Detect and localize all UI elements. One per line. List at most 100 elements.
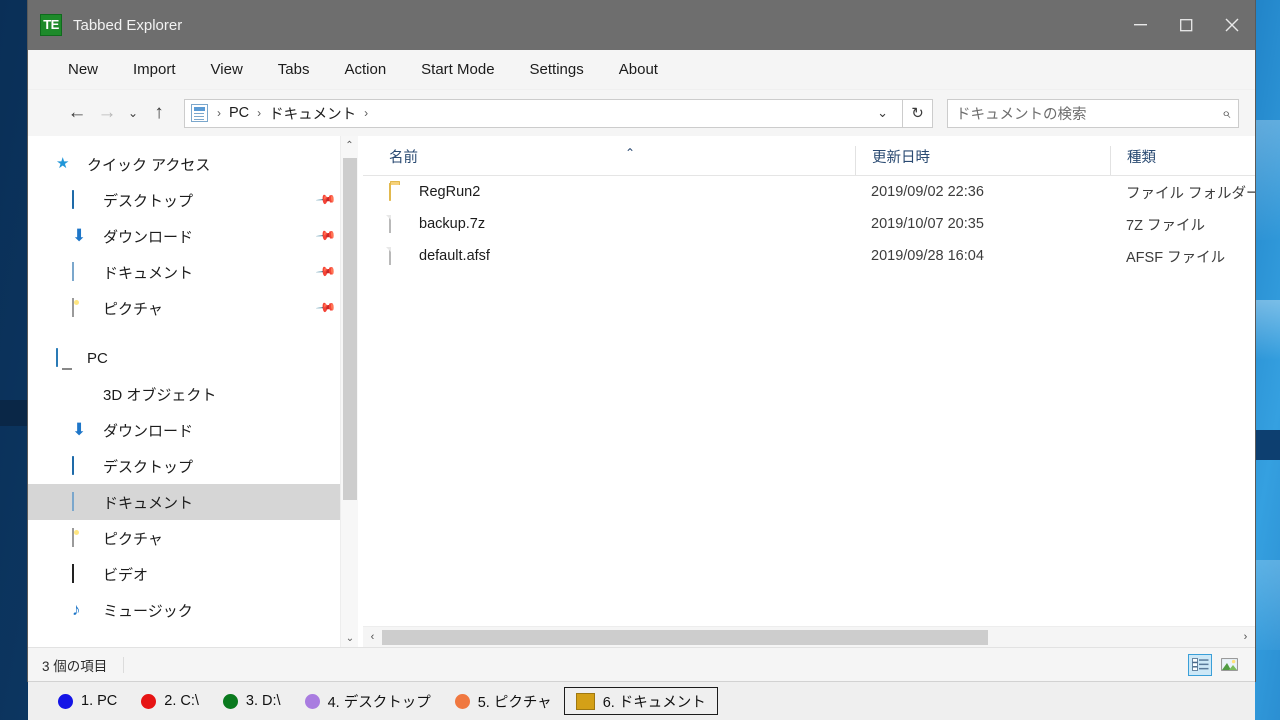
menu-settings[interactable]: Settings bbox=[528, 58, 586, 81]
large-icons-view-button[interactable] bbox=[1217, 654, 1241, 676]
tab-color-swatch bbox=[575, 692, 595, 710]
scroll-right-icon[interactable]: › bbox=[1236, 627, 1255, 648]
search-box[interactable]: ドキュメントの検索 ⌕ bbox=[947, 98, 1239, 128]
sort-ascending-icon: ⌃ bbox=[625, 146, 636, 160]
tab-desktop[interactable]: 4. デスクトップ bbox=[293, 687, 443, 715]
tab-color-dot bbox=[58, 693, 73, 709]
refresh-button[interactable]: ↻ bbox=[903, 98, 933, 128]
tab-label: 1. PC bbox=[81, 693, 118, 709]
table-row[interactable]: backup.7z 2019/10/07 20:35 7Z ファイル bbox=[363, 208, 1255, 240]
menu-action[interactable]: Action bbox=[342, 58, 388, 81]
breadcrumb-dropdown-icon[interactable]: ⌄ bbox=[869, 105, 896, 121]
sidebar-item-downloads[interactable]: ⬇ ダウンロード bbox=[28, 412, 358, 448]
menu-start-mode[interactable]: Start Mode bbox=[419, 58, 496, 81]
sidebar-item-pictures-quick[interactable]: ピクチャ 📌 bbox=[28, 290, 358, 326]
tab-d-drive[interactable]: 3. D:\ bbox=[211, 687, 293, 715]
folder-icon bbox=[389, 183, 406, 201]
sidebar-item-label: ピクチャ bbox=[103, 300, 163, 318]
scrollbar-thumb[interactable] bbox=[382, 629, 989, 645]
file-name: backup.7z bbox=[419, 216, 486, 232]
recent-locations-button[interactable]: ⌄ bbox=[122, 98, 144, 128]
scroll-up-icon[interactable]: ⌃ bbox=[341, 136, 358, 154]
sidebar-item-label: ダウンロード bbox=[103, 228, 194, 246]
star-icon: ★ bbox=[56, 155, 70, 172]
menu-tabs[interactable]: Tabs bbox=[276, 58, 312, 81]
tab-strip: 1. PC 2. C:\ 3. D:\ 4. デスクトップ 5. ピクチャ 6.… bbox=[28, 681, 1255, 720]
search-icon: ⌕ bbox=[1221, 104, 1230, 122]
tab-color-dot bbox=[304, 693, 320, 709]
scrollbar-track[interactable] bbox=[382, 627, 1236, 648]
download-icon: ⬇ bbox=[72, 420, 87, 439]
menu-import[interactable]: Import bbox=[131, 58, 178, 81]
close-button[interactable] bbox=[1209, 0, 1255, 50]
tab-pc[interactable]: 1. PC bbox=[46, 687, 129, 715]
sidebar-item-pictures[interactable]: ピクチャ bbox=[28, 520, 358, 556]
sidebar-item-documents-quick[interactable]: ドキュメント 📌 bbox=[28, 254, 358, 290]
pictures-icon bbox=[72, 298, 93, 317]
tab-documents[interactable]: 6. ドキュメント bbox=[563, 687, 718, 715]
music-icon: ♪ bbox=[72, 600, 81, 619]
sidebar-item-documents[interactable]: ドキュメント bbox=[28, 484, 358, 520]
documents-icon bbox=[72, 262, 93, 281]
details-view-button[interactable] bbox=[1188, 653, 1212, 676]
column-header-modified[interactable]: 更新日時 bbox=[855, 146, 1110, 176]
tab-label: 3. D:\ bbox=[245, 693, 281, 709]
3d-objects-icon bbox=[72, 385, 93, 403]
sidebar-item-pc[interactable]: PC bbox=[28, 340, 358, 376]
horizontal-scrollbar[interactable]: ‹ › bbox=[363, 626, 1255, 647]
scroll-down-icon[interactable]: ⌄ bbox=[341, 629, 358, 647]
sidebar-item-3d-objects[interactable]: 3D オブジェクト bbox=[28, 376, 358, 412]
sidebar-item-label: デスクトップ bbox=[103, 192, 194, 210]
breadcrumb-item-pc[interactable]: PC bbox=[224, 103, 254, 123]
up-button[interactable]: ↑ bbox=[144, 98, 174, 128]
documents-icon bbox=[191, 104, 208, 122]
column-header-type[interactable]: 種類 bbox=[1110, 146, 1255, 176]
file-type: 7Z ファイル bbox=[1126, 217, 1205, 234]
sidebar-item-desktop-quick[interactable]: デスクトップ 📌 bbox=[28, 182, 358, 218]
file-icon bbox=[389, 247, 406, 265]
minimize-button[interactable] bbox=[1117, 0, 1163, 50]
item-count: 3 個の項目 bbox=[42, 658, 108, 674]
desktop-icon bbox=[72, 190, 93, 209]
back-button[interactable]: ← bbox=[62, 98, 92, 128]
explorer-window: TE Tabbed Explorer New Import View Tabs … bbox=[28, 0, 1255, 681]
breadcrumb-separator: › bbox=[364, 106, 369, 120]
tab-pictures[interactable]: 5. ピクチャ bbox=[443, 687, 564, 715]
sidebar-item-downloads-quick[interactable]: ⬇ ダウンロード 📌 bbox=[28, 218, 358, 254]
menu-about[interactable]: About bbox=[617, 58, 660, 81]
file-icon bbox=[389, 215, 406, 233]
wallpaper-streak bbox=[0, 400, 28, 426]
column-header-name[interactable]: 名前 bbox=[363, 146, 855, 176]
search-input[interactable]: ドキュメントの検索 bbox=[956, 103, 1222, 124]
sidebar-item-videos[interactable]: ビデオ bbox=[28, 556, 358, 592]
documents-icon bbox=[72, 492, 93, 511]
window-controls bbox=[1117, 0, 1255, 50]
table-row[interactable]: default.afsf 2019/09/28 16:04 AFSF ファイル bbox=[363, 240, 1255, 272]
file-name: default.afsf bbox=[419, 248, 490, 264]
menu-new[interactable]: New bbox=[66, 58, 100, 81]
file-type: ファイル フォルダー bbox=[1126, 185, 1255, 202]
breadcrumb-item-documents[interactable]: ドキュメント bbox=[264, 101, 361, 126]
sidebar-item-desktop[interactable]: デスクトップ bbox=[28, 448, 358, 484]
sidebar-scrollbar[interactable]: ⌃ ⌄ bbox=[340, 136, 358, 647]
table-row[interactable]: RegRun2 2019/09/02 22:36 ファイル フォルダー bbox=[363, 176, 1255, 208]
sidebar-item-music[interactable]: ♪ ミュージック bbox=[28, 592, 358, 628]
sidebar-item-quick-access[interactable]: ★ クイック アクセス bbox=[28, 146, 358, 182]
tab-c-drive[interactable]: 2. C:\ bbox=[129, 687, 211, 715]
download-icon: ⬇ bbox=[72, 226, 87, 245]
column-label: 名前 bbox=[389, 150, 418, 166]
tab-label: 6. ドキュメント bbox=[602, 694, 706, 711]
menu-view[interactable]: View bbox=[209, 58, 245, 81]
column-label: 更新日時 bbox=[872, 150, 930, 166]
column-headers: 名前 ⌃ 更新日時 種類 bbox=[363, 136, 1255, 176]
app-icon: TE bbox=[40, 14, 62, 36]
maximize-button[interactable] bbox=[1163, 0, 1209, 50]
title-bar: TE Tabbed Explorer bbox=[28, 0, 1255, 50]
breadcrumb-bar[interactable]: › PC › ドキュメント › ⌄ bbox=[184, 98, 903, 128]
scroll-left-icon[interactable]: ‹ bbox=[363, 627, 382, 648]
scrollbar-thumb[interactable] bbox=[343, 158, 357, 500]
file-name: RegRun2 bbox=[419, 184, 481, 200]
pin-icon: 📌 bbox=[315, 296, 338, 319]
sidebar-item-label: ダウンロード bbox=[103, 422, 194, 440]
